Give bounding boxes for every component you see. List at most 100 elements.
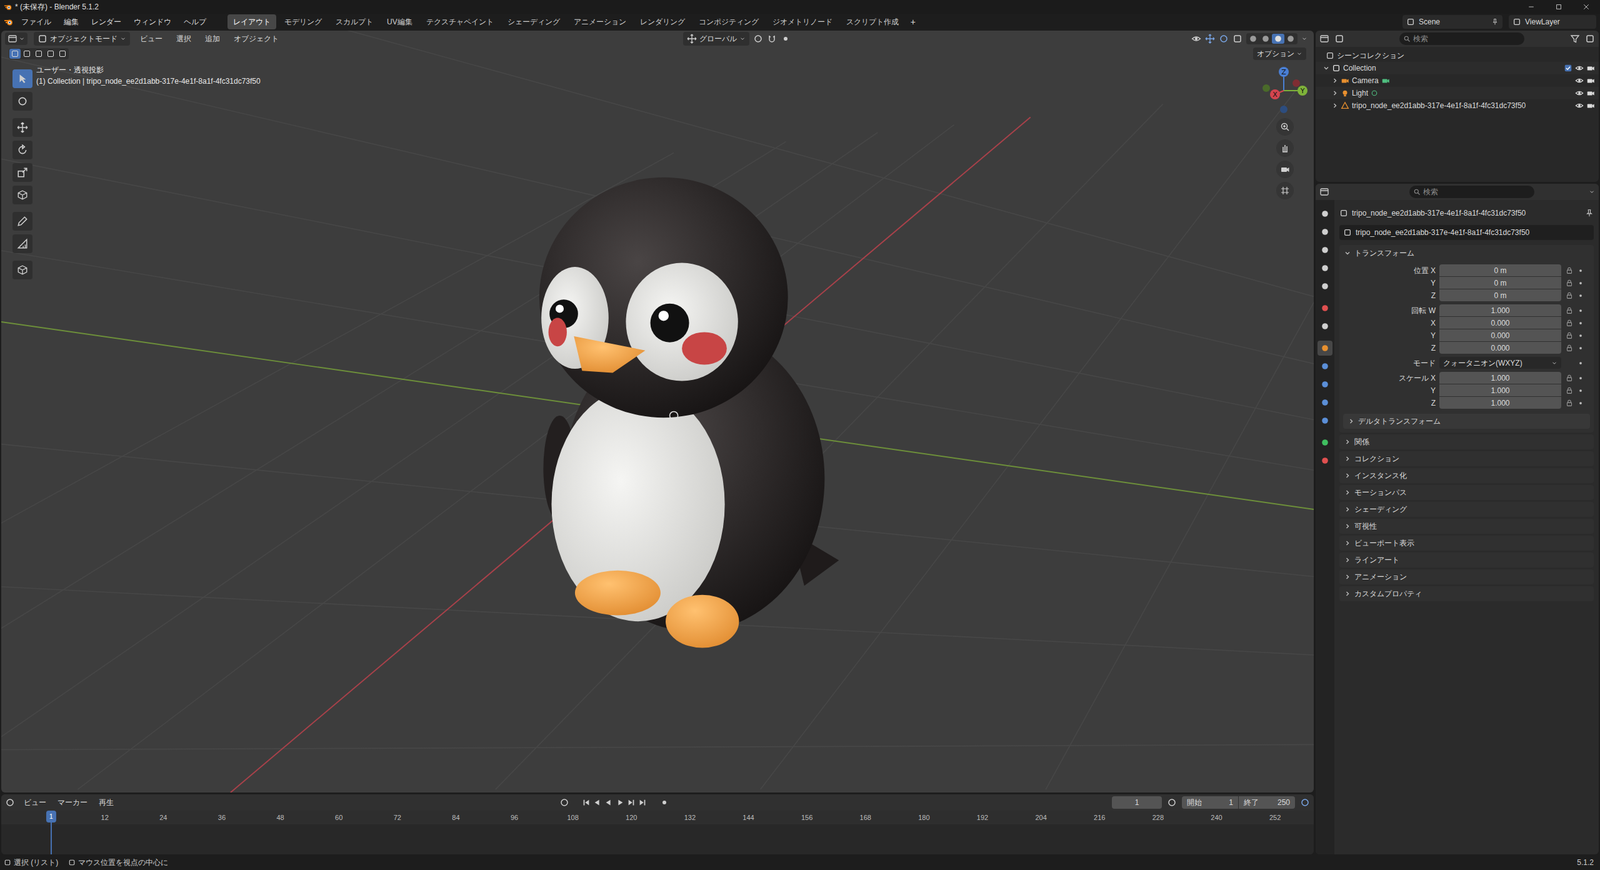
eye-open-icon[interactable] <box>1575 76 1584 85</box>
keyframe-dot-icon[interactable] <box>1577 292 1584 299</box>
chevron-right-icon[interactable] <box>1344 472 1351 479</box>
main-menu[interactable]: レンダー <box>86 16 127 28</box>
scene-selector[interactable]: Scene <box>1402 15 1503 29</box>
tool-circle-icon[interactable] <box>16 95 29 107</box>
properties-tab[interactable] <box>1317 435 1333 450</box>
outliner-row[interactable]: Light <box>1315 86 1599 100</box>
outliner-row[interactable]: tripo_node_ee2d1abb-317e-4e1f-8a1f-4fc31… <box>1315 99 1599 112</box>
lock-icon[interactable] <box>1565 331 1574 340</box>
workspace-tab[interactable]: シェーディング <box>501 14 566 30</box>
properties-tab[interactable] <box>1317 358 1333 374</box>
navigation-gizmo-icon[interactable]: ZYX <box>1260 64 1310 115</box>
tool-cube-icon[interactable] <box>16 189 29 201</box>
properties-tab-icon[interactable] <box>1320 263 1330 273</box>
lock-icon[interactable] <box>1565 278 1574 288</box>
blender-menu-icon[interactable] <box>3 16 14 27</box>
nav-grid-icon[interactable] <box>1280 185 1290 196</box>
object-icon[interactable] <box>1339 208 1349 218</box>
number-field[interactable]: 0 m <box>1439 276 1562 289</box>
lock-icon[interactable] <box>1565 373 1574 383</box>
lock-icon[interactable] <box>1565 306 1574 315</box>
visibility-icon[interactable] <box>1191 33 1202 44</box>
number-field[interactable]: 0.000 <box>1439 316 1562 329</box>
workspace-tab[interactable]: レンダリング <box>634 14 691 30</box>
properties-tab[interactable] <box>1317 318 1333 334</box>
keyframe-dot-icon[interactable] <box>1577 400 1584 407</box>
window-min-icon[interactable] <box>1527 3 1535 11</box>
camera-icon[interactable] <box>1340 76 1350 85</box>
shading-sphere-icon[interactable] <box>1273 34 1283 44</box>
xray-icon[interactable] <box>1232 33 1243 44</box>
panel-header[interactable]: コレクション <box>1339 451 1594 467</box>
search-icon[interactable] <box>1413 188 1421 196</box>
scene-collection-icon[interactable] <box>1325 51 1335 60</box>
lock-icon[interactable] <box>1565 398 1574 408</box>
workspace-tab[interactable]: コンポジティング <box>693 14 765 30</box>
keyframe-dot-icon[interactable] <box>1577 387 1584 394</box>
tool-move-icon[interactable] <box>16 121 29 134</box>
properties-tab-icon[interactable] <box>1320 438 1330 447</box>
shading-sphere-icon[interactable] <box>1286 34 1295 44</box>
object-icon[interactable] <box>1343 228 1352 237</box>
chevron-right-icon[interactable] <box>1344 540 1351 547</box>
properties-tab[interactable] <box>1317 206 1333 222</box>
outliner-search[interactable]: 検索 <box>1399 32 1525 45</box>
playback-back-icon[interactable] <box>593 798 602 807</box>
scene-icon[interactable] <box>1406 17 1415 27</box>
main-menu[interactable]: ウィンドウ <box>128 16 177 28</box>
panel-header[interactable]: トランスフォーム <box>1339 245 1594 262</box>
dropdown-icon[interactable] <box>1296 50 1303 57</box>
panel-header[interactable]: インスタンス化 <box>1339 468 1594 484</box>
number-field[interactable]: 1.000 <box>1439 371 1562 384</box>
shading-sphere-icon[interactable] <box>1248 34 1258 44</box>
playback-back-icon[interactable] <box>604 798 614 807</box>
timeline-menu[interactable]: ビュー <box>21 796 49 809</box>
dropdown-icon[interactable] <box>739 35 746 42</box>
tool-cube-icon[interactable] <box>16 264 29 276</box>
keyframe-dot-icon[interactable] <box>1577 280 1584 287</box>
view-layer-selector[interactable]: ViewLayer <box>1508 15 1597 29</box>
playback-skip-icon[interactable] <box>638 798 647 807</box>
properties-tab-icon[interactable] <box>1320 281 1330 291</box>
object-name-field[interactable]: tripo_node_ee2d1abb-317e-4e1f-8a1f-4fc31… <box>1339 225 1594 240</box>
keyframe-dot-icon[interactable] <box>1577 307 1584 314</box>
tool-rotate-icon[interactable] <box>16 144 29 156</box>
window-min-button[interactable] <box>1517 0 1545 14</box>
dropdown-icon[interactable] <box>1551 360 1558 367</box>
tool-button[interactable] <box>12 69 33 89</box>
nav-button[interactable] <box>1276 118 1294 136</box>
nav-button[interactable] <box>1276 181 1294 200</box>
nav-button[interactable] <box>1276 139 1294 157</box>
properties-tab[interactable] <box>1317 340 1333 356</box>
shading-mode-button[interactable] <box>1284 33 1297 44</box>
chevron-right-icon[interactable] <box>1331 90 1339 97</box>
number-field[interactable]: 1.000 <box>1439 304 1562 317</box>
tool-ruler-icon[interactable] <box>16 238 29 250</box>
panel-header[interactable]: アニメーション <box>1339 569 1594 585</box>
render-camera-icon[interactable] <box>1586 63 1595 73</box>
panel-header[interactable]: 可視性 <box>1339 518 1594 534</box>
properties-tab-icon[interactable] <box>1320 398 1330 407</box>
tool-button[interactable] <box>12 91 33 111</box>
mode-dropdown[interactable]: オブジェクトモード <box>33 31 130 46</box>
editor-icon[interactable] <box>7 33 18 44</box>
new-collection-icon[interactable] <box>1585 33 1595 44</box>
playback-play-icon[interactable] <box>615 798 625 807</box>
select-mode-button[interactable] <box>56 48 69 59</box>
checkbox-icon[interactable] <box>1563 63 1573 73</box>
chevron-right-icon[interactable] <box>1344 506 1351 513</box>
tool-button[interactable] <box>12 163 33 182</box>
keyframe-dot-icon[interactable] <box>1577 360 1584 367</box>
subpanel-header[interactable]: デルタトランスフォーム <box>1343 413 1590 429</box>
properties-tab-icon[interactable] <box>1320 303 1330 313</box>
main-menu[interactable]: 編集 <box>58 16 84 28</box>
mode-select[interactable]: クォータニオン(WXYZ) <box>1439 356 1562 369</box>
clock-icon[interactable] <box>1166 797 1177 808</box>
panel-header[interactable]: モーションパス <box>1339 485 1594 500</box>
nav-zoom-icon[interactable] <box>1280 121 1290 132</box>
chevron-right-icon[interactable] <box>1331 102 1339 109</box>
chevron-right-icon[interactable] <box>1348 418 1355 425</box>
editor-type-button[interactable] <box>5 32 28 45</box>
eye-open-icon[interactable] <box>1575 101 1584 110</box>
properties-tab-icon[interactable] <box>1320 343 1330 353</box>
